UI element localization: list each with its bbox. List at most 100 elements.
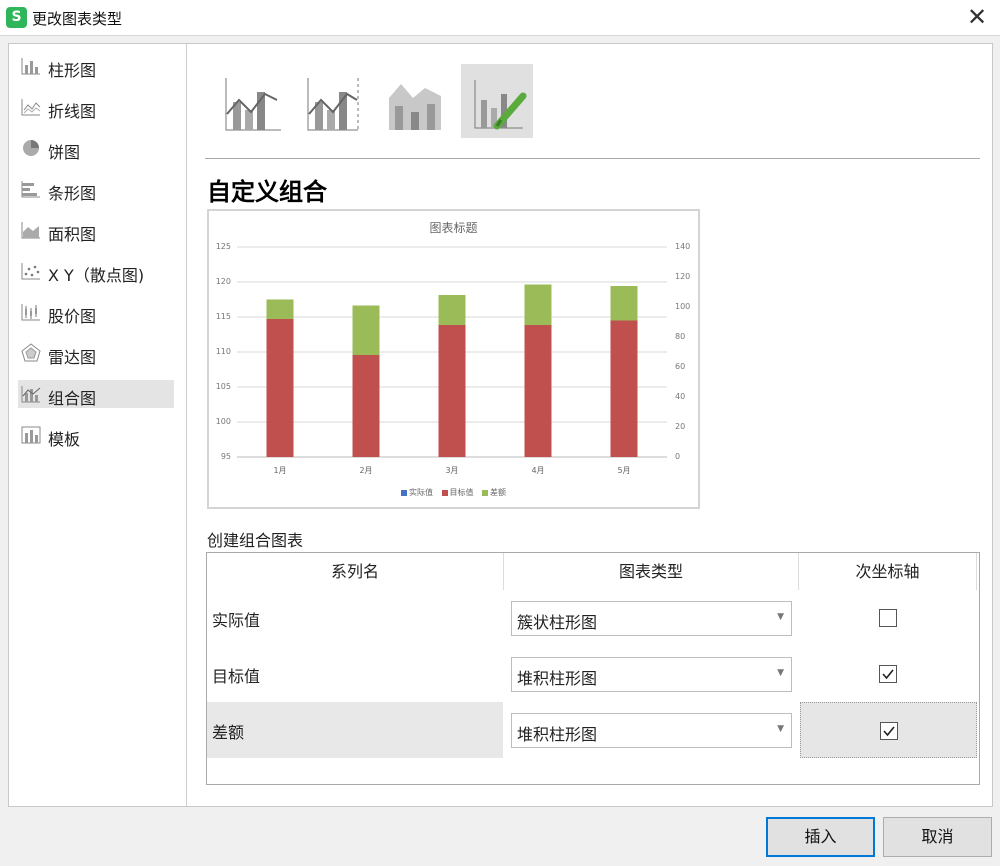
combo-type-column-line-secondary[interactable] bbox=[297, 64, 369, 138]
legend-item-actual: 实际值 bbox=[400, 487, 433, 498]
bar-target bbox=[610, 320, 638, 457]
bar-target bbox=[266, 319, 294, 457]
secondary-axis-cell bbox=[800, 646, 977, 702]
table-row: 差额 堆积柱形图 ▼ bbox=[207, 702, 979, 758]
combo-type-custom[interactable] bbox=[461, 64, 533, 138]
create-combo-label: 创建组合图表 bbox=[207, 531, 304, 550]
column-header-chart-type: 图表类型 bbox=[618, 562, 683, 581]
series-cell: 实际值 bbox=[207, 590, 503, 646]
column-chart-icon bbox=[21, 58, 40, 75]
sidebar-item-radar[interactable]: 雷达图 bbox=[18, 339, 174, 367]
sidebar-item-combo[interactable]: 组合图 bbox=[18, 380, 174, 408]
x-axis-tick-label: 4月 bbox=[531, 466, 545, 475]
sidebar-item-label: 柱形图 bbox=[48, 61, 97, 80]
chart-type-select[interactable]: 堆积柱形图 ▼ bbox=[511, 713, 792, 748]
wps-app-icon: S bbox=[6, 7, 27, 28]
secondary-axis-cell bbox=[800, 702, 977, 758]
plot-area bbox=[237, 246, 667, 458]
combo-series-table: 系列名 图表类型 次坐标轴 实际值 簇状柱形图 ▼ 目标值 堆积柱形图 ▼ 差额… bbox=[206, 552, 980, 785]
bar-target bbox=[438, 325, 466, 457]
secondary-axis-checkbox[interactable] bbox=[879, 609, 897, 627]
template-icon bbox=[21, 426, 41, 444]
area-chart-icon bbox=[21, 222, 40, 239]
sidebar-item-label: 条形图 bbox=[48, 184, 97, 203]
checkmark-icon bbox=[882, 669, 894, 680]
bar-diff bbox=[438, 295, 466, 325]
sidebar-item-bar[interactable]: 条形图 bbox=[18, 175, 174, 203]
series-name: 差额 bbox=[212, 723, 245, 742]
title-bar: S 更改图表类型 ✕ bbox=[0, 0, 1000, 36]
cancel-button[interactable]: 取消 bbox=[883, 817, 992, 857]
series-cell: 差额 bbox=[207, 702, 503, 758]
sidebar-item-scatter[interactable]: X Y（散点图) bbox=[18, 257, 174, 285]
table-row: 目标值 堆积柱形图 ▼ bbox=[207, 646, 979, 702]
sidebar-item-label: 股价图 bbox=[48, 307, 97, 326]
window-title: 更改图表类型 bbox=[32, 10, 123, 28]
sidebar-item-stock[interactable]: 股价图 bbox=[18, 298, 174, 326]
x-axis-tick-label: 2月 bbox=[359, 466, 373, 475]
clustered-column-line-icon bbox=[225, 78, 281, 131]
close-icon[interactable]: ✕ bbox=[962, 2, 992, 32]
table-row: 实际值 簇状柱形图 ▼ bbox=[207, 590, 979, 646]
checkmark-icon bbox=[883, 726, 895, 737]
sidebar-item-label: 饼图 bbox=[48, 143, 81, 162]
sidebar-item-label: X Y（散点图) bbox=[48, 266, 145, 285]
insert-button[interactable]: 插入 bbox=[766, 817, 875, 857]
combo-type-area-column[interactable] bbox=[379, 64, 451, 138]
bar-diff bbox=[266, 299, 294, 319]
chart-category-sidebar: 柱形图 折线图 饼图 条形图 面积图 X Y（散点图) 股价图 雷达图 组合图 … bbox=[9, 44, 187, 806]
stacked-area-column-icon bbox=[389, 84, 441, 130]
chart-preview: 图表标题 95 100 105 110 115 120 125 0 20 40 60 80 100 12… bbox=[207, 209, 700, 509]
bar-target bbox=[524, 325, 552, 457]
stock-chart-icon bbox=[21, 304, 40, 321]
chevron-down-icon: ▼ bbox=[777, 612, 784, 622]
secondary-axis-checkbox[interactable] bbox=[880, 722, 898, 740]
section-title: 自定义组合 bbox=[207, 178, 327, 206]
dialog-panel: 柱形图 折线图 饼图 条形图 面积图 X Y（散点图) 股价图 雷达图 组合图 … bbox=[8, 43, 993, 807]
chevron-down-icon: ▼ bbox=[777, 724, 784, 734]
sidebar-item-label: 雷达图 bbox=[48, 348, 97, 367]
bar-diff bbox=[610, 286, 638, 321]
chart-type-value: 堆积柱形图 bbox=[517, 669, 598, 688]
bar-diff bbox=[352, 305, 380, 355]
chart-type-select[interactable]: 堆积柱形图 ▼ bbox=[511, 657, 792, 692]
sidebar-item-pie[interactable]: 饼图 bbox=[18, 134, 174, 162]
series-name: 实际值 bbox=[212, 611, 261, 630]
legend-item-target: 目标值 bbox=[441, 487, 474, 498]
chevron-down-icon: ▼ bbox=[777, 668, 784, 678]
x-axis-tick-label: 3月 bbox=[445, 466, 459, 475]
chart-type-value: 簇状柱形图 bbox=[517, 613, 598, 632]
legend-item-diff: 差额 bbox=[482, 487, 506, 498]
line-chart-icon bbox=[21, 99, 41, 116]
secondary-axis-cell bbox=[800, 590, 977, 646]
custom-combo-icon bbox=[474, 80, 527, 130]
series-cell: 目标值 bbox=[207, 646, 503, 702]
series-name: 目标值 bbox=[212, 667, 261, 686]
combo-type-clustered-column-line[interactable] bbox=[215, 64, 287, 138]
bar-target bbox=[352, 355, 380, 457]
chart-legend: 实际值 目标值 差额 bbox=[209, 487, 698, 498]
column-line-secondary-axis-icon bbox=[307, 78, 359, 131]
chart-type-select[interactable]: 簇状柱形图 ▼ bbox=[511, 601, 792, 636]
scatter-chart-icon bbox=[21, 263, 40, 280]
secondary-axis-checkbox[interactable] bbox=[879, 665, 897, 683]
bar-chart-icon bbox=[21, 181, 40, 198]
sidebar-item-area[interactable]: 面积图 bbox=[18, 216, 174, 244]
sidebar-item-column[interactable]: 柱形图 bbox=[18, 52, 174, 80]
header-divider bbox=[976, 553, 977, 590]
chart-type-value: 堆积柱形图 bbox=[517, 725, 598, 744]
sidebar-item-label: 模板 bbox=[48, 430, 81, 449]
x-axis-tick-label: 5月 bbox=[617, 466, 631, 475]
x-axis-tick-label: 1月 bbox=[273, 466, 287, 475]
column-header-series-name: 系列名 bbox=[330, 562, 379, 581]
combo-chart-icon bbox=[21, 386, 41, 403]
sidebar-item-line[interactable]: 折线图 bbox=[18, 93, 174, 121]
sidebar-item-label: 组合图 bbox=[48, 389, 97, 408]
sidebar-item-label: 面积图 bbox=[48, 225, 97, 244]
sidebar-item-label: 折线图 bbox=[48, 102, 97, 121]
column-header-secondary-axis: 次坐标轴 bbox=[855, 562, 920, 581]
sidebar-item-template[interactable]: 模板 bbox=[18, 421, 174, 449]
radar-chart-icon bbox=[21, 343, 41, 362]
bar-diff bbox=[524, 284, 552, 325]
pie-chart-icon bbox=[23, 140, 39, 156]
